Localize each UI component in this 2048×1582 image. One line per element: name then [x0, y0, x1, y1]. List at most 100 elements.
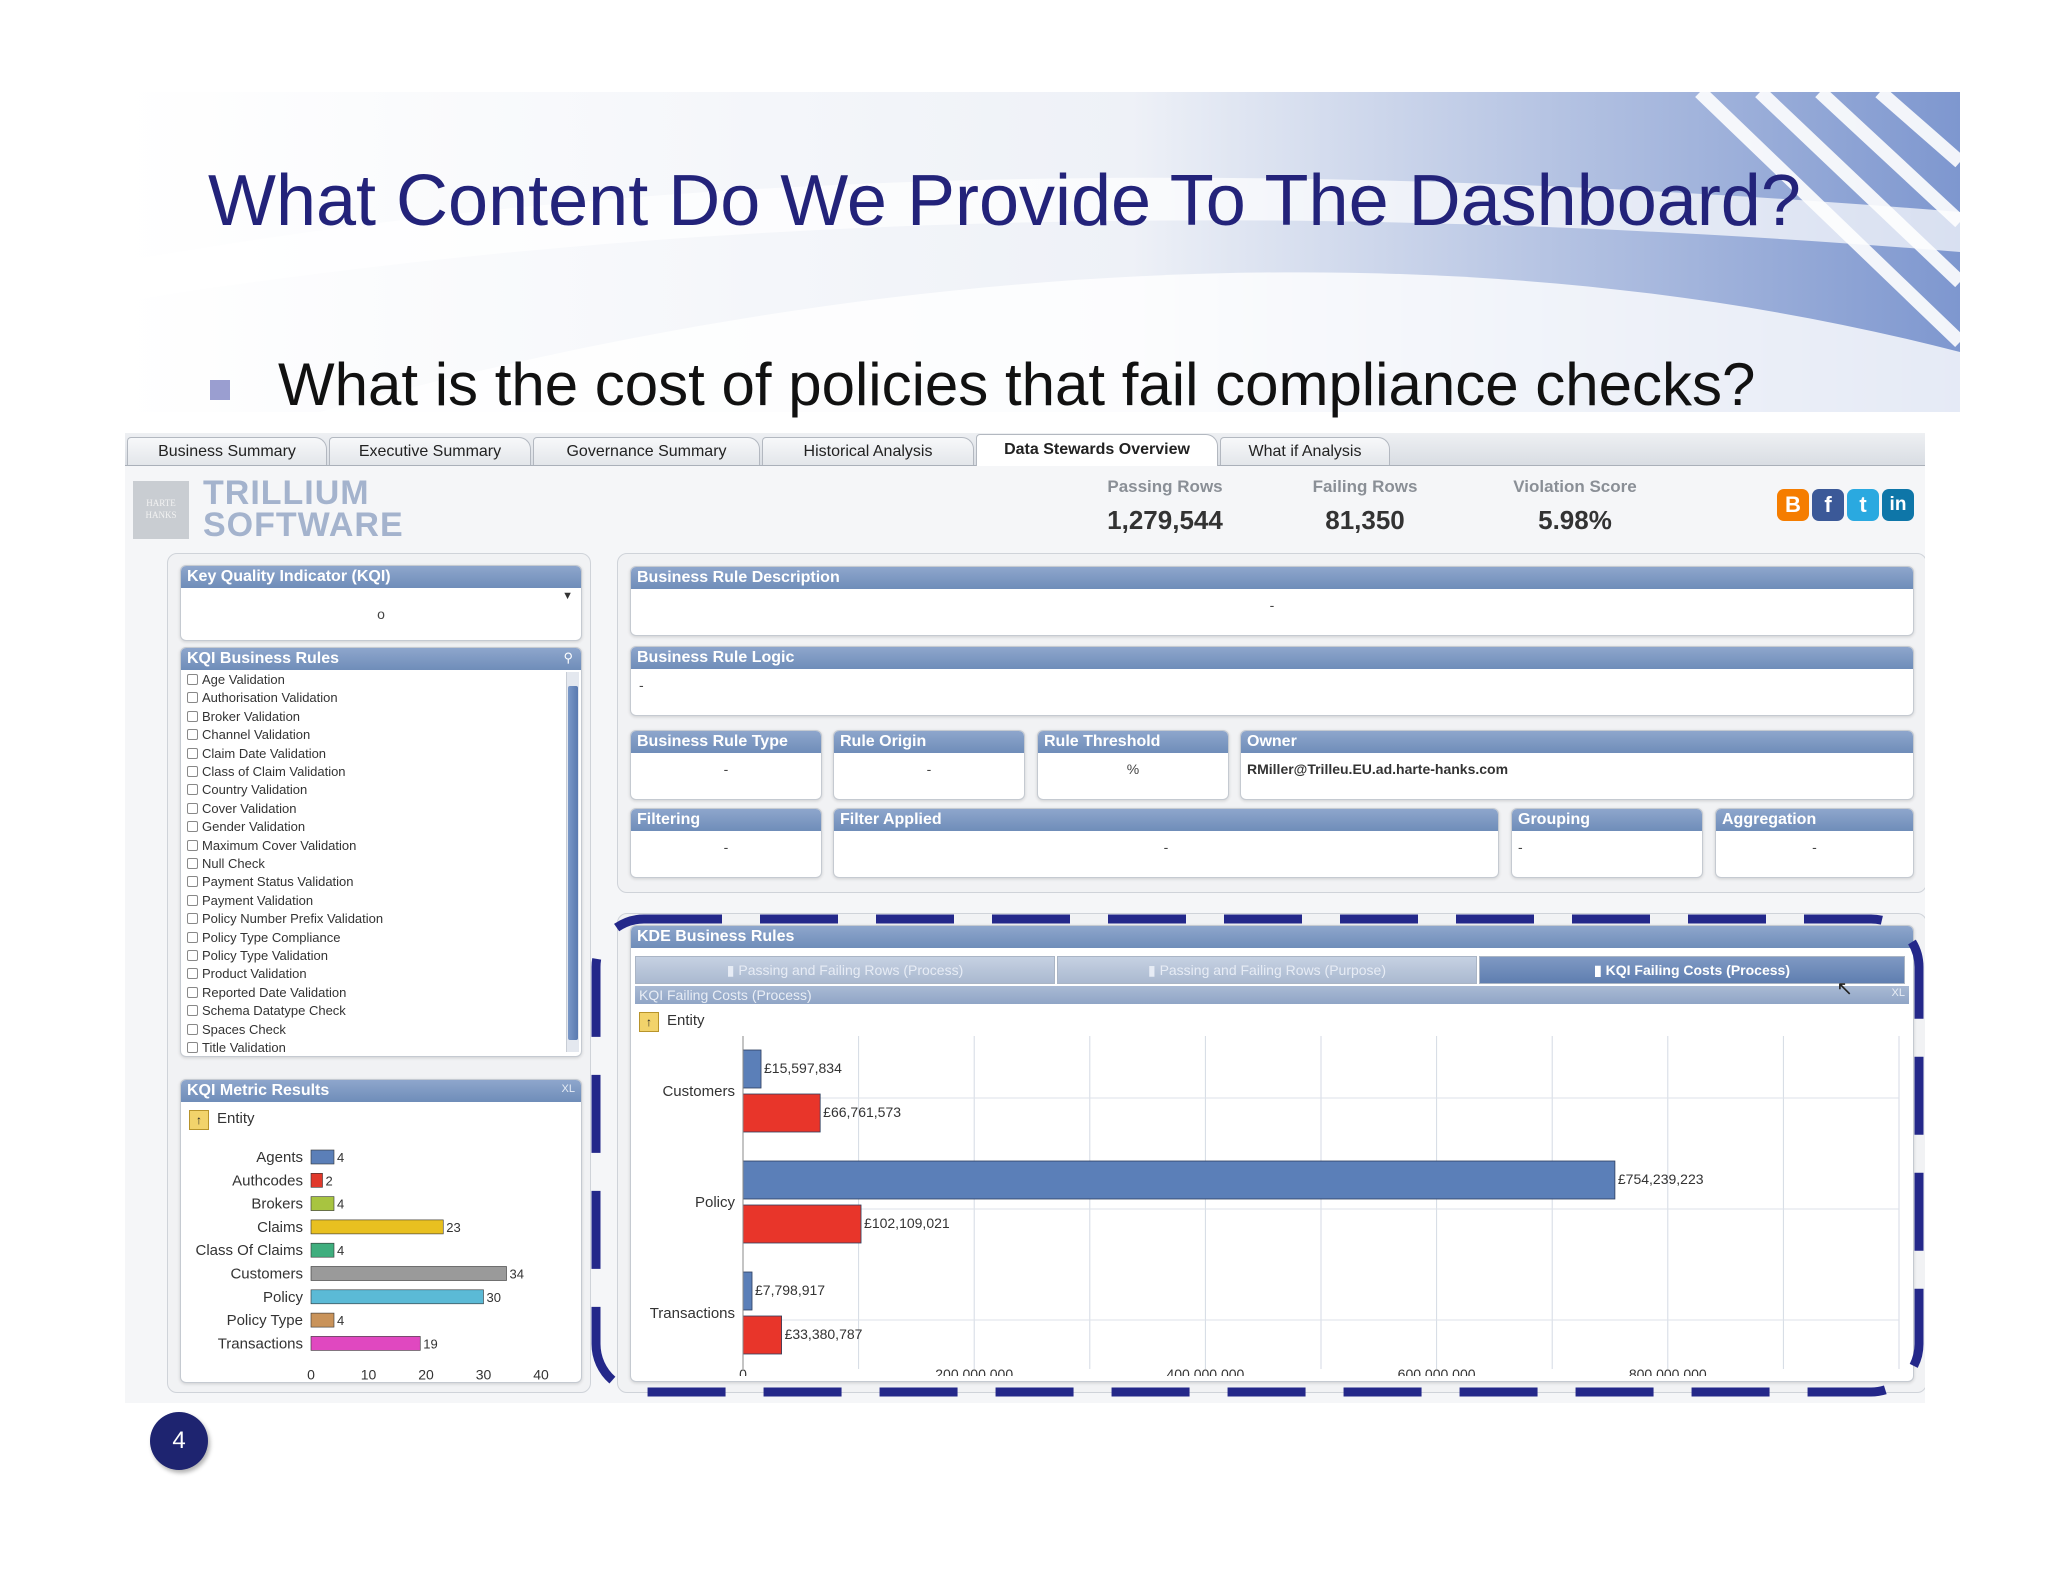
slide-title: What Content Do We Provide To The Dashbo… — [208, 161, 1801, 241]
aggregation: Aggregation - — [1715, 808, 1914, 878]
logo-line-1: TRILLIUM — [203, 474, 370, 512]
drill-up-icon[interactable]: ↑ — [189, 1110, 209, 1130]
grouping: Grouping - — [1511, 808, 1703, 878]
tab-business-summary[interactable]: Business Summary — [127, 437, 327, 465]
checkbox[interactable] — [187, 674, 198, 685]
checkbox[interactable] — [187, 692, 198, 704]
scrollbar-thumb[interactable] — [568, 686, 578, 1040]
category-label: Authcodes — [232, 1172, 303, 1189]
tab-bar: Business Summary Executive Summary Gover… — [125, 433, 1925, 466]
checkbox[interactable] — [187, 1005, 198, 1017]
checkbox[interactable] — [187, 894, 198, 906]
facebook-icon[interactable]: f — [1812, 489, 1844, 521]
tab-data-stewards-overview[interactable]: Data Stewards Overview — [976, 434, 1218, 466]
checkbox[interactable] — [187, 858, 198, 869]
list-item[interactable]: Maximum Cover Validation — [187, 837, 356, 855]
bar — [310, 1336, 421, 1351]
linkedin-icon[interactable]: in — [1882, 489, 1914, 521]
rule-label: Policy Type Compliance — [202, 929, 341, 945]
list-item[interactable]: Authorisation Validation — [187, 689, 338, 707]
checkbox[interactable] — [187, 986, 198, 998]
rule-label: Maximum Cover Validation — [202, 837, 357, 853]
tab-governance-summary[interactable]: Governance Summary — [533, 437, 760, 465]
checkbox[interactable] — [187, 950, 198, 961]
twitter-icon[interactable]: t — [1847, 489, 1879, 521]
data-label: 4 — [337, 1313, 344, 1328]
tab-executive-summary[interactable]: Executive Summary — [329, 437, 531, 465]
export-xl-icon[interactable]: XL — [562, 1083, 575, 1095]
kqi-selector[interactable]: Key Quality Indicator (KQI) ▼ o — [180, 565, 582, 641]
list-item[interactable]: Age Validation — [187, 671, 285, 689]
filtering-header: Filtering — [631, 809, 821, 831]
list-item[interactable]: Policy Type Validation — [187, 947, 328, 965]
list-item[interactable]: Country Validation — [187, 781, 307, 799]
description-header: Business Rule Description — [631, 567, 1913, 589]
aggregation-header: Aggregation — [1716, 809, 1913, 831]
list-item[interactable]: Broker Validation — [187, 708, 300, 726]
list-item[interactable]: Payment Validation — [187, 892, 313, 910]
list-item[interactable]: Title Validation — [187, 1039, 286, 1056]
bar — [310, 1266, 507, 1281]
checkbox[interactable] — [187, 876, 198, 888]
data-label: 2 — [326, 1173, 333, 1188]
checkbox[interactable] — [187, 839, 198, 851]
list-item[interactable]: Policy Type Compliance — [187, 929, 341, 947]
data-label: 23 — [446, 1220, 460, 1235]
rules-scrollbar[interactable] — [566, 672, 579, 1052]
list-item[interactable]: Product Validation — [187, 965, 307, 983]
bar — [310, 1312, 335, 1328]
bar — [310, 1219, 444, 1235]
list-item[interactable]: Claim Date Validation — [187, 745, 326, 763]
rule-label: Gender Validation — [202, 819, 306, 835]
logo-line-2: SOFTWARE — [203, 506, 404, 544]
rule-label: Authorisation Validation — [202, 690, 338, 706]
category-label: Customers — [230, 1266, 303, 1283]
business-rule-type: Business Rule Type - — [630, 730, 822, 800]
rule-label: Policy Number Prefix Validation — [202, 911, 384, 927]
rule-threshold-value: % — [1126, 761, 1140, 777]
rule-type-header: Business Rule Type — [631, 731, 821, 753]
tick-label: 30 — [476, 1367, 492, 1380]
rule-threshold-header: Rule Threshold — [1038, 731, 1228, 753]
list-item[interactable]: Null Check — [187, 855, 265, 873]
list-item[interactable]: Gender Validation — [187, 818, 305, 836]
checkbox[interactable] — [187, 802, 198, 814]
checkbox[interactable] — [187, 931, 198, 943]
list-item[interactable]: Cover Validation — [187, 800, 296, 818]
checkbox[interactable] — [187, 1023, 198, 1035]
data-label: 4 — [337, 1150, 344, 1165]
data-label: 30 — [487, 1290, 501, 1305]
checkbox[interactable] — [187, 747, 198, 759]
checkbox[interactable] — [187, 729, 198, 741]
list-item[interactable]: Spaces Check — [187, 1021, 286, 1039]
checkbox[interactable] — [187, 821, 198, 833]
dropdown-arrow-icon[interactable]: ▼ — [562, 590, 573, 602]
tab-what-if-analysis[interactable]: What if Analysis — [1220, 437, 1390, 465]
rule-label: Payment Status Validation — [202, 874, 354, 890]
checkbox[interactable] — [187, 784, 198, 796]
owner: Owner RMiller@Trilleu.EU.ad.harte-hanks.… — [1240, 730, 1914, 800]
failing-rows-value: 81,350 — [1325, 505, 1405, 535]
rule-label: Policy Type Validation — [202, 948, 328, 963]
list-item[interactable]: Payment Status Validation — [187, 873, 354, 891]
list-item[interactable]: Class of Claim Validation — [187, 763, 346, 781]
rule-label: Cover Validation — [202, 800, 297, 816]
list-item[interactable]: Schema Datatype Check — [187, 1002, 346, 1020]
kqi-metric-results: KQI Metric Results XL ↑ Entity Agents 4 Au… — [180, 1079, 582, 1383]
kqi-selector-value: o — [377, 606, 385, 622]
checkbox[interactable] — [187, 766, 198, 777]
checkbox[interactable] — [187, 913, 198, 925]
list-item[interactable]: Policy Number Prefix Validation — [187, 910, 383, 928]
checkbox[interactable] — [187, 710, 198, 722]
tab-historical-analysis[interactable]: Historical Analysis — [762, 437, 974, 465]
list-item[interactable]: Reported Date Validation — [187, 984, 346, 1002]
data-label: 19 — [423, 1336, 437, 1351]
search-icon[interactable]: ⚲ — [563, 650, 573, 666]
list-item[interactable]: Channel Validation — [187, 726, 310, 744]
blogger-icon[interactable]: B — [1777, 489, 1809, 521]
checkbox[interactable] — [187, 968, 198, 980]
bullet-icon — [210, 380, 230, 400]
bar — [310, 1289, 484, 1305]
filtering-value: - — [723, 839, 729, 855]
checkbox[interactable] — [187, 1042, 198, 1053]
